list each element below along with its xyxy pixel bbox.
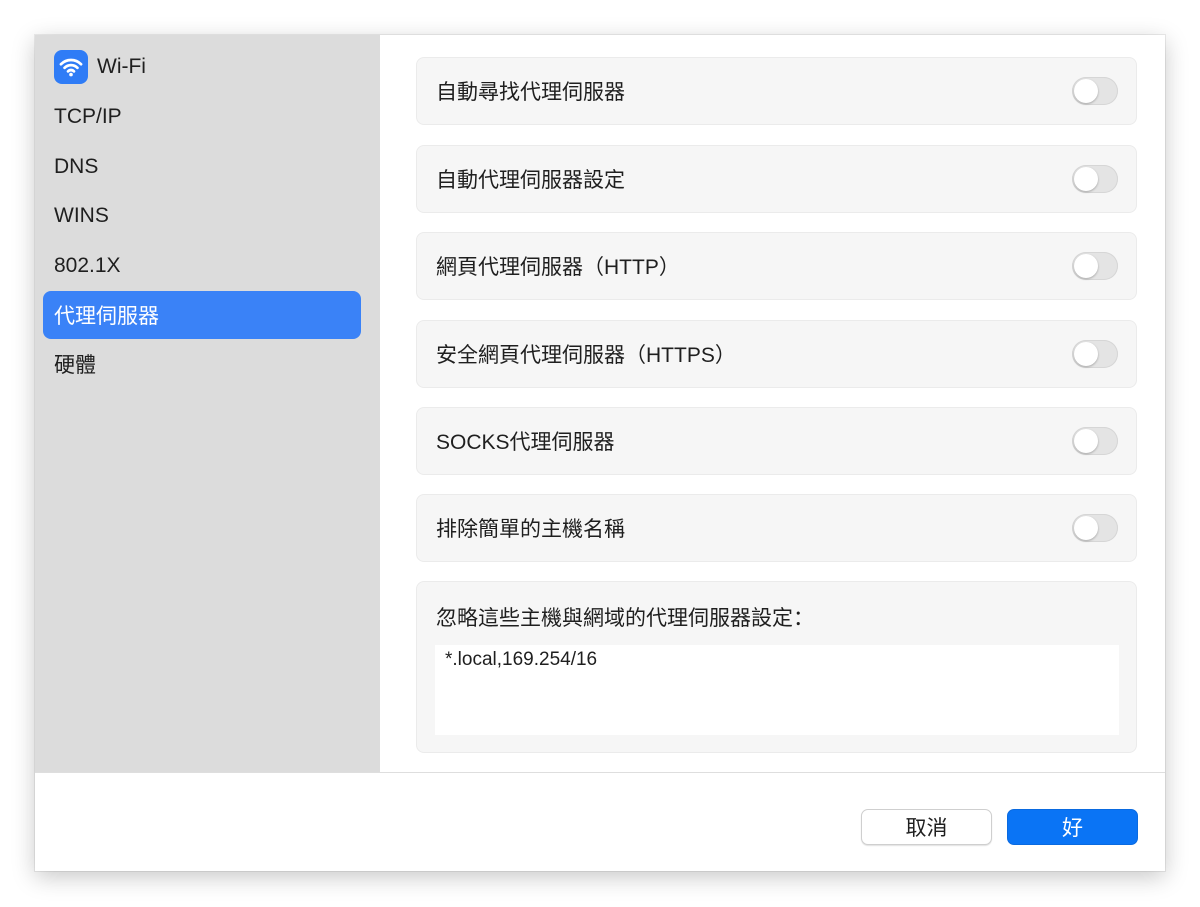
http-proxy-row: 網頁代理伺服器（HTTP） [416, 232, 1137, 300]
bypass-hosts-label: 忽略這些主機與網域的代理伺服器設定： [436, 607, 814, 630]
sidebar-item-8021x[interactable]: 802.1X [43, 242, 361, 290]
toggle-knob [1074, 429, 1098, 453]
https-proxy-row: 安全網頁代理伺服器（HTTPS） [416, 320, 1137, 388]
https-proxy-toggle[interactable] [1072, 340, 1118, 368]
sidebar-item-label: 硬體 [54, 354, 96, 377]
sidebar-item-proxies[interactable]: 代理伺服器 [43, 291, 361, 339]
toggle-knob [1074, 79, 1098, 103]
sidebar-item-label: TCP/IP [54, 105, 122, 128]
exclude-simple-hostnames-label: 排除簡單的主機名稱 [436, 518, 625, 541]
sidebar-item-hardware[interactable]: 硬體 [43, 340, 361, 388]
wifi-icon [54, 50, 88, 84]
sidebar-item-label: Wi-Fi [97, 55, 146, 78]
sidebar-item-dns[interactable]: DNS [43, 143, 361, 191]
auto-proxy-discovery-row: 自動尋找代理伺服器 [416, 57, 1137, 125]
auto-proxy-config-label: 自動代理伺服器設定 [436, 169, 625, 192]
proxy-settings-panel: 自動尋找代理伺服器 自動代理伺服器設定 網頁代理伺服器（HTTP） 安全網頁代理… [380, 35, 1165, 772]
auto-proxy-discovery-toggle[interactable] [1072, 77, 1118, 105]
http-proxy-toggle[interactable] [1072, 252, 1118, 280]
cancel-button[interactable]: 取消 [861, 809, 992, 845]
bypass-hosts-section: 忽略這些主機與網域的代理伺服器設定： *.local,169.254/16 [416, 581, 1137, 753]
auto-proxy-config-toggle[interactable] [1072, 165, 1118, 193]
ok-button[interactable]: 好 [1007, 809, 1138, 845]
exclude-simple-hostnames-toggle[interactable] [1072, 514, 1118, 542]
bypass-hosts-input[interactable]: *.local,169.254/16 [435, 645, 1119, 735]
network-proxy-settings-window: Wi-Fi TCP/IP DNS WINS 802.1X 代理伺服器 硬體 自動… [35, 35, 1165, 871]
toggle-knob [1074, 516, 1098, 540]
socks-proxy-row: SOCKS代理伺服器 [416, 407, 1137, 475]
sidebar-item-label: 802.1X [54, 254, 121, 277]
socks-proxy-toggle[interactable] [1072, 427, 1118, 455]
exclude-simple-hostnames-row: 排除簡單的主機名稱 [416, 494, 1137, 562]
dialog-footer: 取消 好 [35, 772, 1165, 871]
toggle-knob [1074, 254, 1098, 278]
socks-proxy-label: SOCKS代理伺服器 [436, 431, 615, 454]
auto-proxy-config-row: 自動代理伺服器設定 [416, 145, 1137, 213]
toggle-knob [1074, 167, 1098, 191]
auto-proxy-discovery-label: 自動尋找代理伺服器 [436, 81, 625, 104]
sidebar: Wi-Fi TCP/IP DNS WINS 802.1X 代理伺服器 硬體 [35, 35, 380, 772]
sidebar-item-label: DNS [54, 155, 99, 178]
sidebar-item-wifi[interactable]: Wi-Fi [43, 43, 361, 91]
http-proxy-label: 網頁代理伺服器（HTTP） [436, 256, 680, 279]
sidebar-item-label: WINS [54, 204, 109, 227]
sidebar-item-tcpip[interactable]: TCP/IP [43, 93, 361, 141]
https-proxy-label: 安全網頁代理伺服器（HTTPS） [436, 344, 736, 367]
sidebar-item-label: 代理伺服器 [54, 305, 159, 328]
sidebar-item-wins[interactable]: WINS [43, 192, 361, 240]
toggle-knob [1074, 342, 1098, 366]
